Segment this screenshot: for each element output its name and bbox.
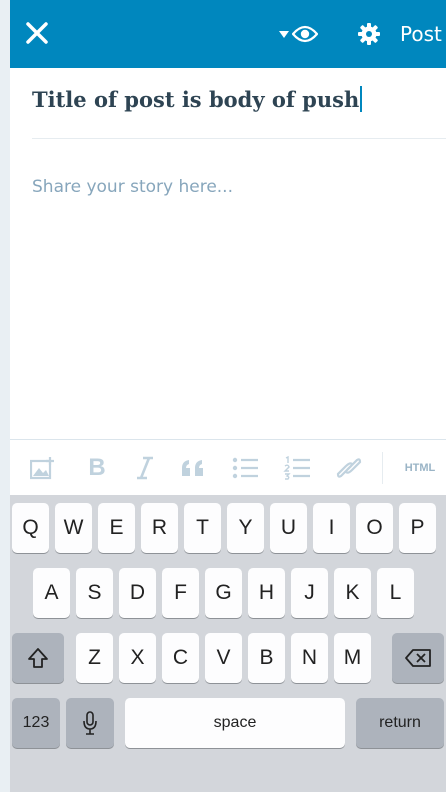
quote-icon[interactable] [178,452,210,484]
key-o[interactable]: O [356,503,393,553]
key-l[interactable]: L [377,568,414,618]
text-cursor [360,86,363,112]
space-key[interactable]: space [125,698,345,748]
key-y[interactable]: Y [227,503,264,553]
key-g[interactable]: G [205,568,242,618]
key-j[interactable]: J [291,568,328,618]
key-x[interactable]: X [119,633,156,683]
editor-toolbar: Post [10,0,446,68]
post-button[interactable]: Post [400,20,442,48]
bullet-list-icon[interactable] [228,452,262,484]
post-title-field[interactable]: Title of post is body of push [10,68,446,138]
key-w[interactable]: W [55,503,92,553]
microphone-icon [83,711,97,735]
post-body-placeholder[interactable]: Share your story here... [32,177,233,197]
key-t[interactable]: T [184,503,221,553]
key-q[interactable]: Q [12,503,49,553]
close-icon[interactable] [24,20,50,46]
editor-screen: Post Title of post is body of push Share… [10,0,446,792]
key-a[interactable]: A [33,568,70,618]
microphone-key[interactable] [66,698,114,748]
key-e[interactable]: E [98,503,135,553]
shift-key[interactable] [12,633,64,683]
html-mode-button[interactable]: HTML [398,452,442,484]
onscreen-keyboard: Q W E R T Y U I O P A S D F G H J K L Z … [10,495,446,792]
key-u[interactable]: U [270,503,307,553]
numbers-key[interactable]: 123 [12,698,60,748]
key-r[interactable]: R [141,503,178,553]
key-v[interactable]: V [205,633,242,683]
key-b[interactable]: B [248,633,285,683]
post-title-text: Title of post is body of push [32,87,360,112]
key-p[interactable]: P [399,503,436,553]
bold-icon[interactable]: B [82,452,112,484]
key-f[interactable]: F [162,568,199,618]
key-m[interactable]: M [334,633,371,683]
delete-key[interactable] [392,633,444,683]
italic-icon[interactable] [130,452,160,484]
key-n[interactable]: N [291,633,328,683]
link-icon[interactable] [332,452,366,484]
key-i[interactable]: I [313,503,350,553]
key-d[interactable]: D [119,568,156,618]
shift-icon [28,648,48,668]
key-k[interactable]: K [334,568,371,618]
backspace-icon [405,649,431,667]
eye-icon [292,25,318,43]
key-s[interactable]: S [76,568,113,618]
key-h[interactable]: H [248,568,285,618]
key-z[interactable]: Z [76,633,113,683]
chevron-down-icon [279,31,289,38]
title-divider [32,138,446,139]
format-toolbar: B HTML [10,439,446,496]
toolbar-divider [382,452,383,484]
gear-icon[interactable] [357,22,381,46]
preview-button[interactable] [278,20,318,48]
return-key[interactable]: return [356,698,444,748]
image-icon[interactable] [26,452,60,484]
key-c[interactable]: C [162,633,199,683]
post-title: Title of post is body of push [32,86,363,112]
numbered-list-icon[interactable] [280,452,314,484]
